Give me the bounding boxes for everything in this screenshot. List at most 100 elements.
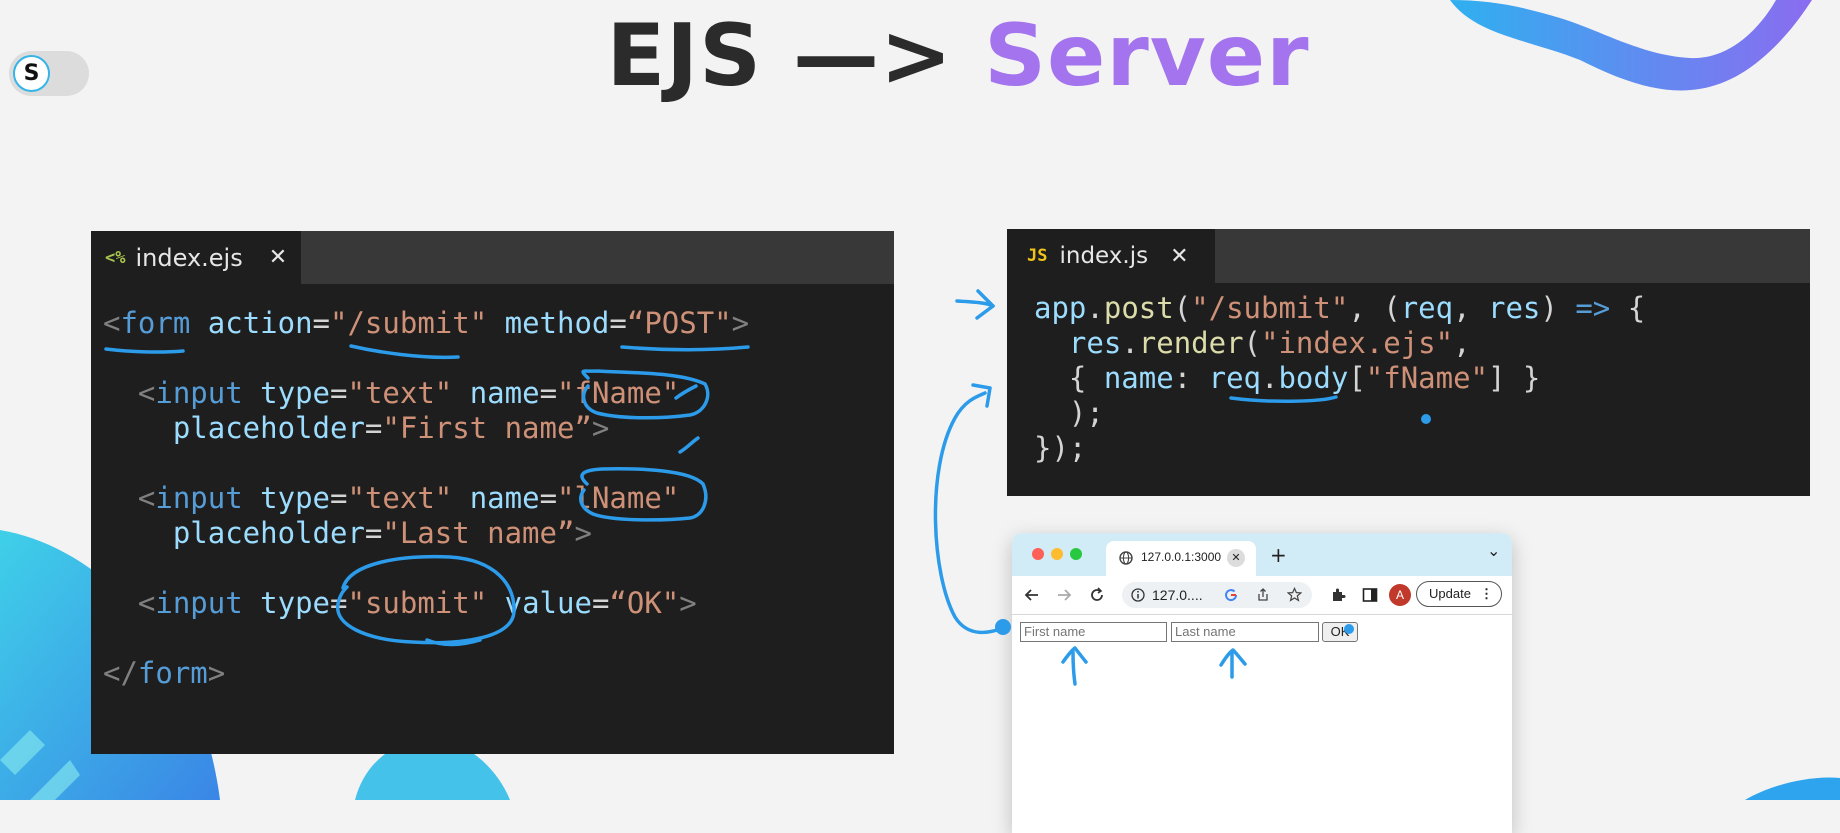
code-token: = — [539, 376, 558, 410]
blob-shape-bottom-right — [1745, 777, 1840, 800]
code-token: type — [260, 586, 331, 620]
js-tab-bar: JS index.js ✕ — [1007, 229, 1810, 283]
side-panel-icon[interactable] — [1362, 587, 1378, 603]
code-line: placeholder="First name”> — [103, 411, 610, 445]
code-token: "/submit" — [330, 306, 488, 340]
code-token: ] } — [1488, 361, 1541, 395]
code-token: res — [1488, 291, 1541, 325]
code-token: "lName" — [557, 481, 680, 515]
last-name-field[interactable]: Last name — [1171, 622, 1319, 642]
code-token: ( — [1243, 326, 1262, 360]
close-window-button[interactable] — [1032, 548, 1044, 560]
code-token: . — [1121, 326, 1139, 360]
code-line: <form action="/submit" method=“POST"> — [103, 306, 749, 340]
bookmark-star-icon[interactable] — [1287, 587, 1302, 602]
code-token: ); — [1034, 396, 1104, 430]
code-token: "text" — [347, 481, 453, 515]
code-token: }); — [1034, 431, 1087, 465]
site-info-icon[interactable] — [1131, 588, 1145, 602]
code-line: res.render("index.ejs", — [1034, 326, 1471, 360]
js-file-name: index.js — [1059, 243, 1149, 269]
tab-search-icon[interactable]: ⌄ — [1487, 541, 1500, 560]
ejs-file-tab[interactable]: <% index.ejs ✕ — [91, 231, 301, 284]
code-token: value — [504, 586, 592, 620]
code-token: . — [1086, 291, 1104, 325]
code-token: res — [1068, 326, 1122, 360]
code-token: > — [679, 586, 697, 620]
code-token: = — [312, 306, 331, 340]
code-token: > — [574, 516, 592, 550]
code-token: render — [1138, 326, 1244, 360]
code-token: "fName" — [1365, 361, 1488, 395]
code-token: = — [330, 586, 348, 620]
code-token: ) — [1540, 291, 1576, 325]
code-token: </ — [103, 656, 138, 690]
close-icon[interactable]: ✕ — [269, 245, 287, 270]
code-token: placeholder — [172, 516, 365, 550]
code-line: placeholder="Last name”> — [103, 516, 592, 550]
code-token: = — [539, 481, 558, 515]
code-token: post — [1103, 291, 1174, 325]
maximize-window-button[interactable] — [1070, 548, 1082, 560]
code-token: type — [260, 481, 331, 515]
code-token: [ — [1348, 361, 1366, 395]
back-arrow-icon[interactable] — [1024, 587, 1040, 603]
first-name-field[interactable]: First name — [1020, 622, 1167, 642]
title-ejs: EJS —> — [606, 6, 985, 106]
ok-submit-button[interactable]: OK — [1322, 622, 1358, 642]
close-tab-icon[interactable]: ✕ — [1227, 549, 1245, 567]
code-token: req — [1400, 291, 1454, 325]
extensions-icon[interactable] — [1330, 587, 1346, 603]
code-token: > — [731, 306, 750, 340]
code-token: = — [364, 516, 383, 550]
code-token: "/submit" — [1191, 291, 1349, 325]
code-token: , — [1453, 326, 1471, 360]
code-token: name — [469, 376, 540, 410]
browser-tab[interactable]: 127.0.0.1:3000 ✕ — [1106, 541, 1256, 576]
update-button[interactable]: Update ⋮ — [1416, 581, 1502, 607]
code-token: form — [137, 656, 208, 690]
code-token: > — [207, 656, 226, 690]
reload-icon[interactable] — [1089, 587, 1105, 603]
js-code: app.post("/submit", (req, res) => { res.… — [1034, 291, 1645, 466]
code-token: < — [137, 481, 156, 515]
code-token: > — [591, 411, 610, 445]
code-token: "submit" — [347, 586, 488, 620]
code-token: "First name” — [382, 411, 592, 445]
code-token: { — [1610, 291, 1646, 325]
ejs-editor: <% index.ejs ✕ <form action="/submit" me… — [91, 231, 894, 754]
js-file-icon: JS — [1027, 246, 1048, 266]
new-tab-button[interactable]: + — [1270, 543, 1287, 567]
minimize-window-button[interactable] — [1051, 548, 1063, 560]
forward-arrow-icon[interactable] — [1056, 587, 1072, 603]
address-bar[interactable]: 127.0.... — [1122, 582, 1312, 608]
close-icon[interactable]: ✕ — [1170, 244, 1188, 269]
globe-icon — [1119, 551, 1133, 565]
js-file-tab[interactable]: JS index.js ✕ — [1007, 229, 1215, 283]
slide-title: EJS —> Server — [0, 6, 1840, 106]
code-token: , ( — [1348, 291, 1401, 325]
update-label: Update — [1429, 586, 1471, 601]
code-line: <input type="text" name="lName" — [103, 481, 679, 515]
code-token: name — [1103, 361, 1174, 395]
ejs-code: <form action="/submit" method=“POST"> < i… — [103, 306, 749, 691]
code-token: input — [155, 586, 243, 620]
browser-tab-strip: 127.0.0.1:3000 ✕ + ⌄ — [1012, 533, 1512, 576]
avatar[interactable]: A — [1389, 584, 1411, 606]
title-server: Server — [984, 6, 1310, 106]
share-icon[interactable] — [1256, 588, 1270, 602]
google-icon[interactable] — [1224, 588, 1238, 602]
code-line: app.post("/submit", (req, res) => { — [1034, 291, 1645, 325]
code-token: = — [330, 376, 348, 410]
more-menu-icon[interactable]: ⋮ — [1480, 582, 1493, 606]
code-token: < — [103, 306, 121, 340]
code-token: form — [120, 306, 191, 340]
code-token: = — [609, 306, 627, 340]
